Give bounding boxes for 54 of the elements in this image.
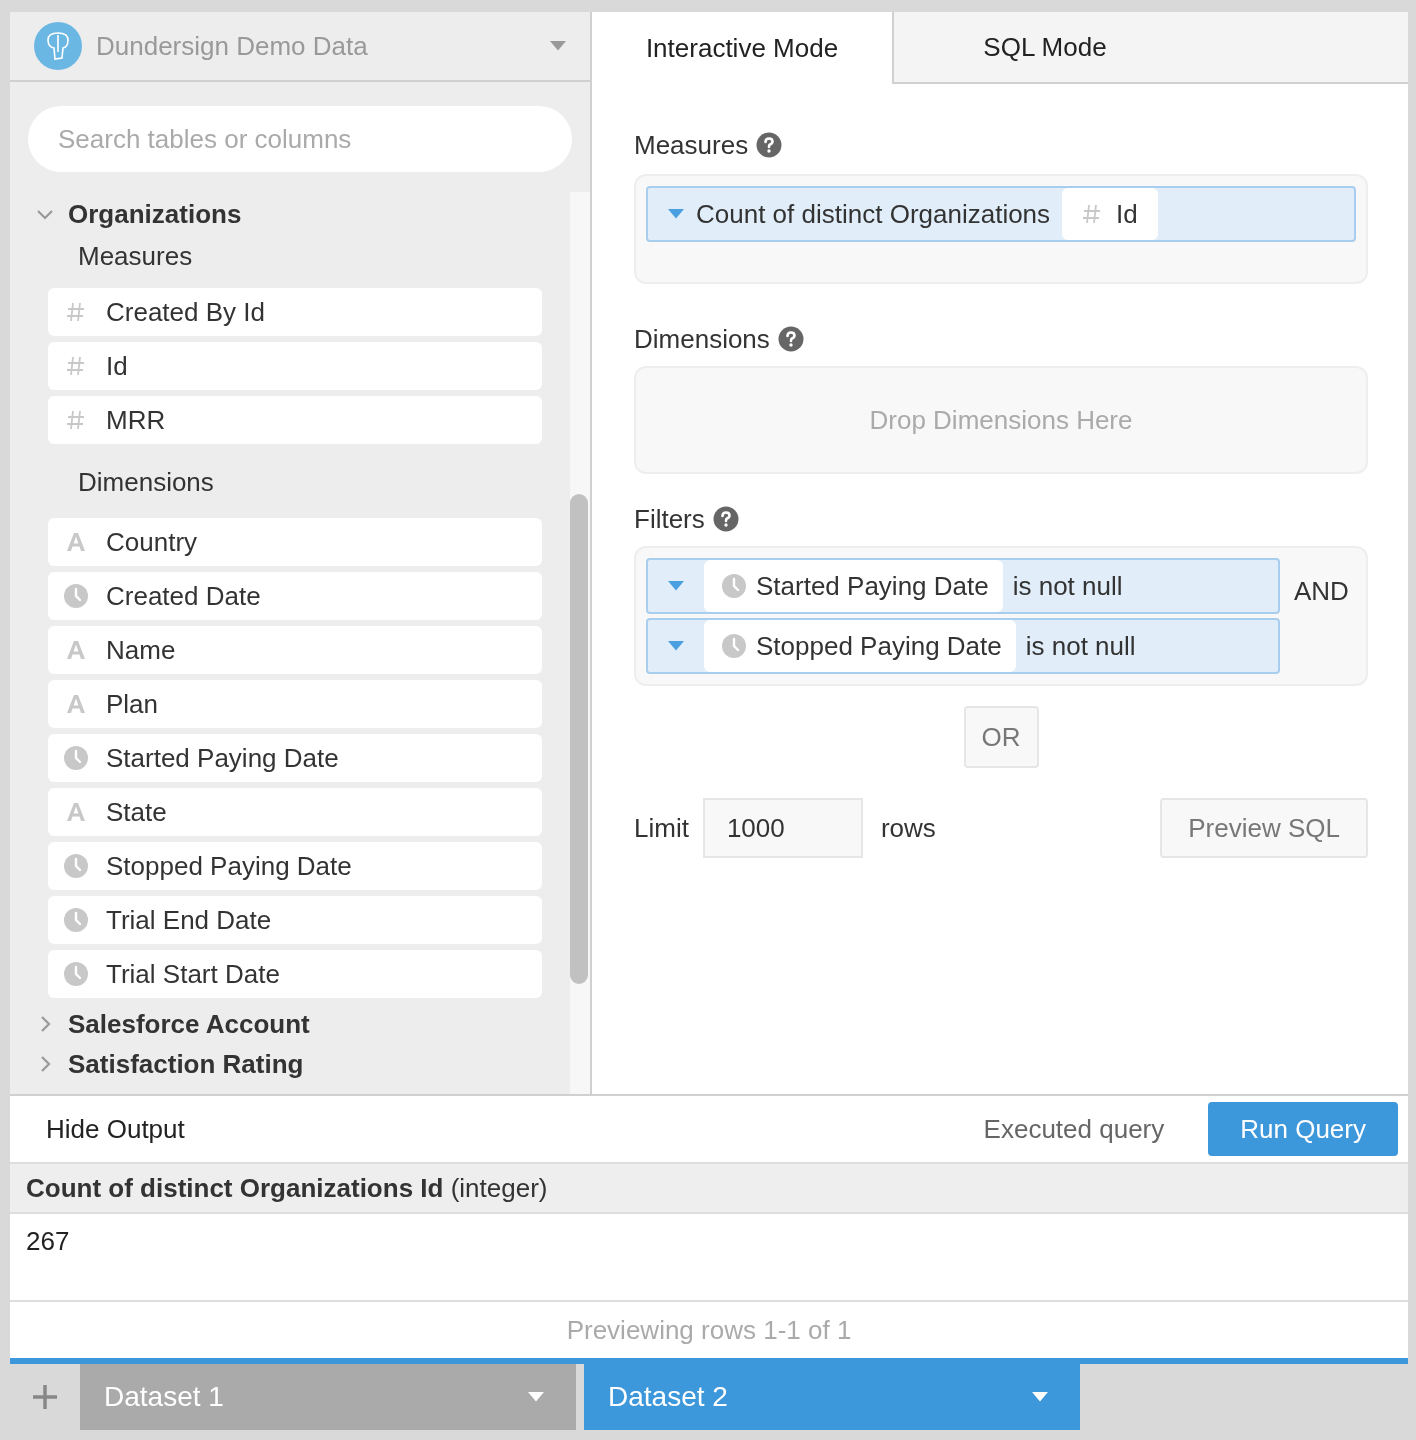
section-heading: Measures bbox=[77, 239, 194, 273]
help-icon[interactable] bbox=[756, 132, 783, 158]
help-icon[interactable] bbox=[777, 326, 804, 352]
field-item[interactable]: State bbox=[48, 788, 542, 836]
preview-status: Previewing rows 1-1 of 1 bbox=[566, 1313, 852, 1347]
dropdown-caret-icon bbox=[550, 41, 566, 51]
field-item[interactable]: Country bbox=[48, 518, 542, 566]
field-chip[interactable]: Id bbox=[1062, 188, 1158, 240]
measure-pill[interactable]: Count of distinct Organizations Id bbox=[646, 186, 1356, 242]
table-name[interactable]: Salesforce Account bbox=[68, 1004, 310, 1044]
field-item[interactable]: Created By Id bbox=[48, 288, 542, 336]
section-label: Measures bbox=[634, 128, 749, 162]
limit-field[interactable]: 1000 bbox=[702, 798, 863, 858]
table-name[interactable]: Organizations bbox=[68, 194, 242, 234]
hide-output-button[interactable]: Hide Output bbox=[46, 1109, 984, 1149]
field-item[interactable]: Name bbox=[48, 626, 542, 674]
field-item[interactable]: Id bbox=[48, 342, 542, 390]
field-item[interactable]: Stopped Paying Date bbox=[48, 842, 542, 890]
limit-label: Limit bbox=[634, 811, 689, 845]
filter-pill[interactable]: Stopped Paying Date is not null bbox=[646, 618, 1280, 674]
dropdown-caret-icon bbox=[1032, 1392, 1048, 1402]
section-label: Dimensions bbox=[634, 322, 770, 356]
field-chip[interactable]: Started Paying Date bbox=[704, 560, 1003, 612]
section-heading: Dimensions bbox=[77, 465, 215, 499]
filter-pill[interactable]: Started Paying Date is not null bbox=[646, 558, 1280, 614]
rows-label: rows bbox=[880, 811, 937, 845]
help-icon[interactable] bbox=[712, 506, 739, 532]
field-item[interactable]: Started Paying Date bbox=[48, 734, 542, 782]
query-status: Executed query bbox=[983, 1112, 1165, 1146]
field-item[interactable]: Trial End Date bbox=[48, 896, 542, 944]
caret-icon bbox=[668, 581, 684, 591]
field-item[interactable]: Created Date bbox=[48, 572, 542, 620]
search-field[interactable]: Search tables or columns bbox=[28, 106, 572, 172]
caret-icon bbox=[668, 209, 684, 219]
dropdown-caret-icon bbox=[528, 1392, 544, 1402]
section-label: Filters bbox=[634, 502, 705, 536]
or-button[interactable]: OR bbox=[963, 706, 1039, 768]
filter-condition: is not null bbox=[1011, 569, 1123, 603]
field-chip[interactable]: Stopped Paying Date bbox=[704, 620, 1016, 672]
mode-tab[interactable]: Interactive Mode bbox=[592, 12, 894, 84]
scrollbar-thumb[interactable] bbox=[570, 494, 588, 984]
field-item[interactable]: MRR bbox=[48, 396, 542, 444]
table-name[interactable]: Satisfaction Rating bbox=[68, 1044, 304, 1084]
filter-condition: is not null bbox=[1024, 629, 1136, 663]
data-source-name: Dundersign Demo Data bbox=[96, 29, 369, 63]
caret-icon bbox=[668, 641, 684, 651]
drop-hint: Drop Dimensions Here bbox=[869, 403, 1133, 437]
table-cell: 267 bbox=[26, 1226, 70, 1256]
preview-sql-button[interactable]: Preview SQL bbox=[1160, 798, 1368, 858]
column-header: Count of distinct Organizations Id (integer) bbox=[10, 1164, 1408, 1214]
field-item[interactable]: Trial Start Date bbox=[48, 950, 542, 998]
aggregation-label: Count of distinct Organizations bbox=[696, 197, 1051, 231]
field-item[interactable]: Plan bbox=[48, 680, 542, 728]
conjunction-label: AND bbox=[1294, 575, 1349, 608]
